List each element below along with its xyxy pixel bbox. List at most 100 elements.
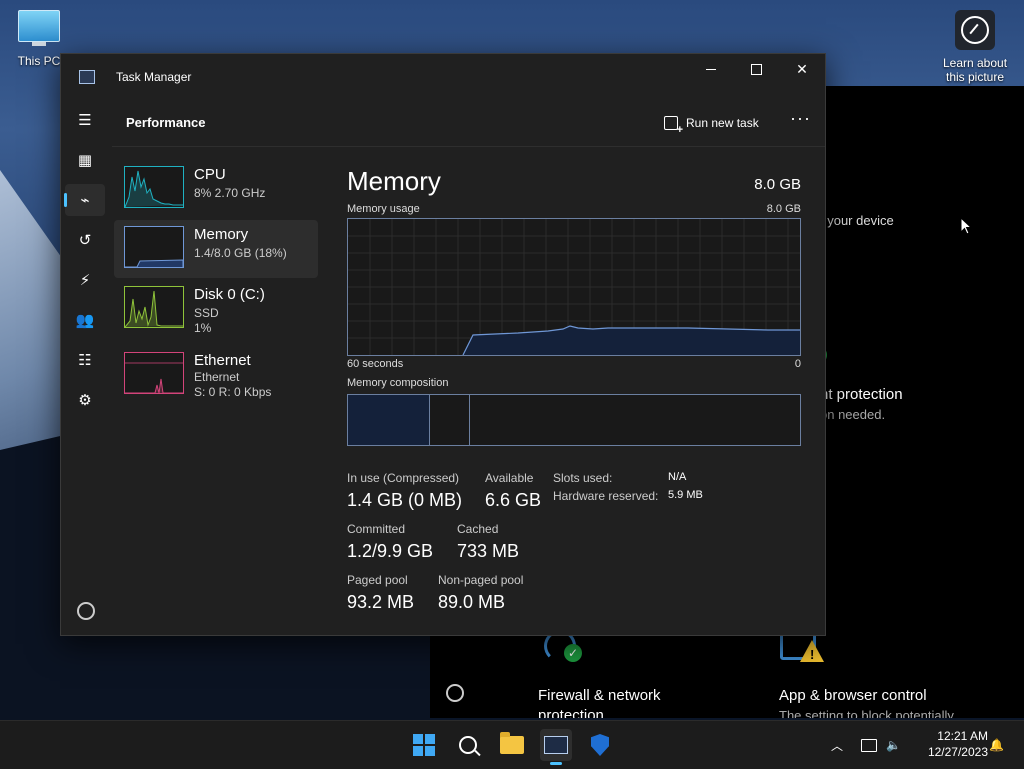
processes-icon: ▦ bbox=[77, 152, 93, 169]
bell-icon: 🔔 bbox=[989, 738, 1004, 752]
network-icon bbox=[861, 738, 877, 752]
memory-usage-label: Memory usage bbox=[347, 203, 420, 215]
nav-details[interactable]: ☷ bbox=[65, 344, 105, 376]
chevron-up-icon: ︿ bbox=[831, 738, 844, 753]
network-status-button[interactable] bbox=[861, 721, 877, 769]
firewall-title-2: protection bbox=[538, 707, 604, 718]
perf-item-cpu[interactable]: CPU 8% 2.70 GHz bbox=[114, 160, 318, 218]
nav-startup-apps[interactable]: ⚡ bbox=[65, 264, 105, 296]
memory-thumbnail-graph bbox=[124, 226, 184, 268]
camera-icon bbox=[955, 10, 995, 50]
available-value: 6.6 GB bbox=[485, 490, 542, 510]
composition-modified bbox=[430, 395, 470, 445]
minimize-icon bbox=[706, 68, 716, 70]
committed-value: 1.2/9.9 GB bbox=[347, 541, 434, 561]
volume-button[interactable]: 🔈 bbox=[886, 721, 901, 769]
title-bar[interactable]: Task Manager ✕ bbox=[61, 54, 825, 98]
window-title: Task Manager bbox=[116, 70, 192, 84]
page-title: Performance bbox=[126, 115, 206, 130]
run-new-task-button[interactable]: Run new task bbox=[664, 112, 759, 136]
non-paged-pool-label: Non-paged pool bbox=[438, 573, 524, 587]
ethernet-thumbnail-graph bbox=[124, 352, 184, 394]
nav-app-history[interactable]: ↺ bbox=[65, 224, 105, 256]
nav-performance[interactable]: ⌁ bbox=[64, 184, 105, 216]
app-browser-title[interactable]: App & browser control bbox=[779, 687, 927, 704]
nav-processes[interactable]: ▦ bbox=[65, 144, 105, 176]
file-explorer-button[interactable] bbox=[496, 729, 528, 761]
maximize-button[interactable] bbox=[733, 54, 779, 84]
slots-used-value: N/A bbox=[668, 471, 687, 483]
notifications-button[interactable]: 🔔 bbox=[989, 721, 1004, 769]
perf-item-detail-2: 1% bbox=[194, 321, 212, 335]
firewall-title[interactable]: Firewall & network bbox=[538, 687, 661, 704]
perf-item-detail: 1.4/8.0 GB (18%) bbox=[194, 246, 287, 260]
windows-security-taskbar-button[interactable] bbox=[584, 729, 616, 761]
security-settings-gear-icon[interactable] bbox=[446, 684, 464, 702]
task-manager-window[interactable]: Task Manager ✕ ☰ ▦ ⌁ ↺ ⚡ 👥 ☷ ⚙ Performance Run … bbox=[60, 53, 826, 636]
app-browser-sub: The setting to block potentially bbox=[779, 708, 954, 718]
slots-used-label: Slots used: bbox=[553, 471, 613, 485]
nav-users[interactable]: 👥 bbox=[65, 304, 105, 336]
desktop-icon-label: Learn about this picture bbox=[942, 56, 1008, 84]
in-use-label: In use (Compressed) bbox=[347, 471, 460, 485]
in-use-value: 1.4 GB (0 MB) bbox=[347, 490, 463, 510]
task-manager-icon bbox=[544, 736, 568, 754]
memory-total: 8.0 GB bbox=[754, 176, 801, 193]
hardware-reserved-value: 5.9 MB bbox=[668, 489, 703, 501]
perf-item-name: Ethernet bbox=[194, 352, 251, 369]
close-button[interactable]: ✕ bbox=[779, 54, 825, 84]
perf-item-detail: 8% 2.70 GHz bbox=[194, 186, 266, 200]
perf-item-ethernet[interactable]: Ethernet Ethernet S: 0 R: 0 Kbps bbox=[114, 346, 318, 404]
memory-title: Memory bbox=[347, 166, 441, 196]
settings-gear-icon[interactable] bbox=[77, 602, 95, 620]
mouse-cursor-icon bbox=[960, 217, 972, 235]
clock[interactable]: 12:21 AM 12/27/2023 bbox=[912, 728, 988, 760]
users-icon: 👥 bbox=[75, 312, 95, 329]
search-icon bbox=[459, 736, 477, 754]
paged-pool-value: 93.2 MB bbox=[347, 592, 415, 612]
windows-logo-icon bbox=[413, 734, 435, 756]
security-protection-sub: on needed. bbox=[820, 407, 886, 422]
services-icon: ⚙ bbox=[78, 392, 92, 409]
available-label: Available bbox=[485, 471, 534, 485]
start-button[interactable] bbox=[408, 729, 440, 761]
memory-composition-bar bbox=[347, 394, 801, 446]
task-manager-taskbar-button[interactable] bbox=[540, 729, 572, 765]
volume-muted-icon: 🔈 bbox=[886, 738, 901, 752]
perf-item-name: Disk 0 (C:) bbox=[194, 286, 265, 303]
perf-item-name: Memory bbox=[194, 226, 249, 243]
security-protection-title[interactable]: nt protection bbox=[820, 386, 903, 403]
shield-icon bbox=[591, 734, 609, 756]
more-options-button[interactable]: ··· bbox=[790, 108, 811, 129]
performance-icon: ⌁ bbox=[80, 192, 90, 209]
cached-value: 733 MB bbox=[457, 541, 520, 561]
perf-item-detail-2: S: 0 R: 0 Kbps bbox=[194, 385, 272, 399]
clock-time: 12:21 AM bbox=[937, 729, 988, 743]
show-hidden-icons-button[interactable]: ︿ bbox=[831, 721, 843, 769]
committed-label: Committed bbox=[347, 522, 406, 536]
startup-apps-icon: ⚡ bbox=[79, 272, 91, 289]
non-paged-pool-value: 89.0 MB bbox=[438, 592, 506, 612]
graph-time-left: 60 seconds bbox=[347, 358, 404, 370]
nav-services[interactable]: ⚙ bbox=[65, 384, 105, 416]
cpu-thumbnail-graph bbox=[124, 166, 184, 208]
perf-item-memory[interactable]: Memory 1.4/8.0 GB (18%) bbox=[114, 220, 318, 278]
security-device-text: f your device bbox=[820, 213, 894, 228]
perf-item-name: CPU bbox=[194, 166, 226, 183]
memory-composition-label: Memory composition bbox=[347, 377, 449, 389]
monitor-icon bbox=[18, 10, 60, 42]
memory-usage-max: 8.0 GB bbox=[766, 203, 801, 215]
desktop-icon-learn-picture[interactable]: Learn about this picture bbox=[936, 10, 1014, 84]
minimize-button[interactable] bbox=[688, 54, 734, 84]
page-header: Performance Run new task ··· bbox=[112, 98, 825, 147]
hardware-reserved-label: Hardware reserved: bbox=[553, 489, 659, 503]
details-icon: ☷ bbox=[78, 352, 92, 369]
disk-thumbnail-graph bbox=[124, 286, 184, 328]
perf-item-detail: SSD bbox=[194, 306, 219, 320]
perf-item-disk[interactable]: Disk 0 (C:) SSD 1% bbox=[114, 280, 318, 338]
composition-in-use bbox=[348, 395, 430, 445]
nav-hamburger[interactable]: ☰ bbox=[65, 104, 105, 136]
search-button[interactable] bbox=[452, 729, 484, 761]
cached-label: Cached bbox=[457, 522, 499, 536]
paged-pool-label: Paged pool bbox=[347, 573, 408, 587]
